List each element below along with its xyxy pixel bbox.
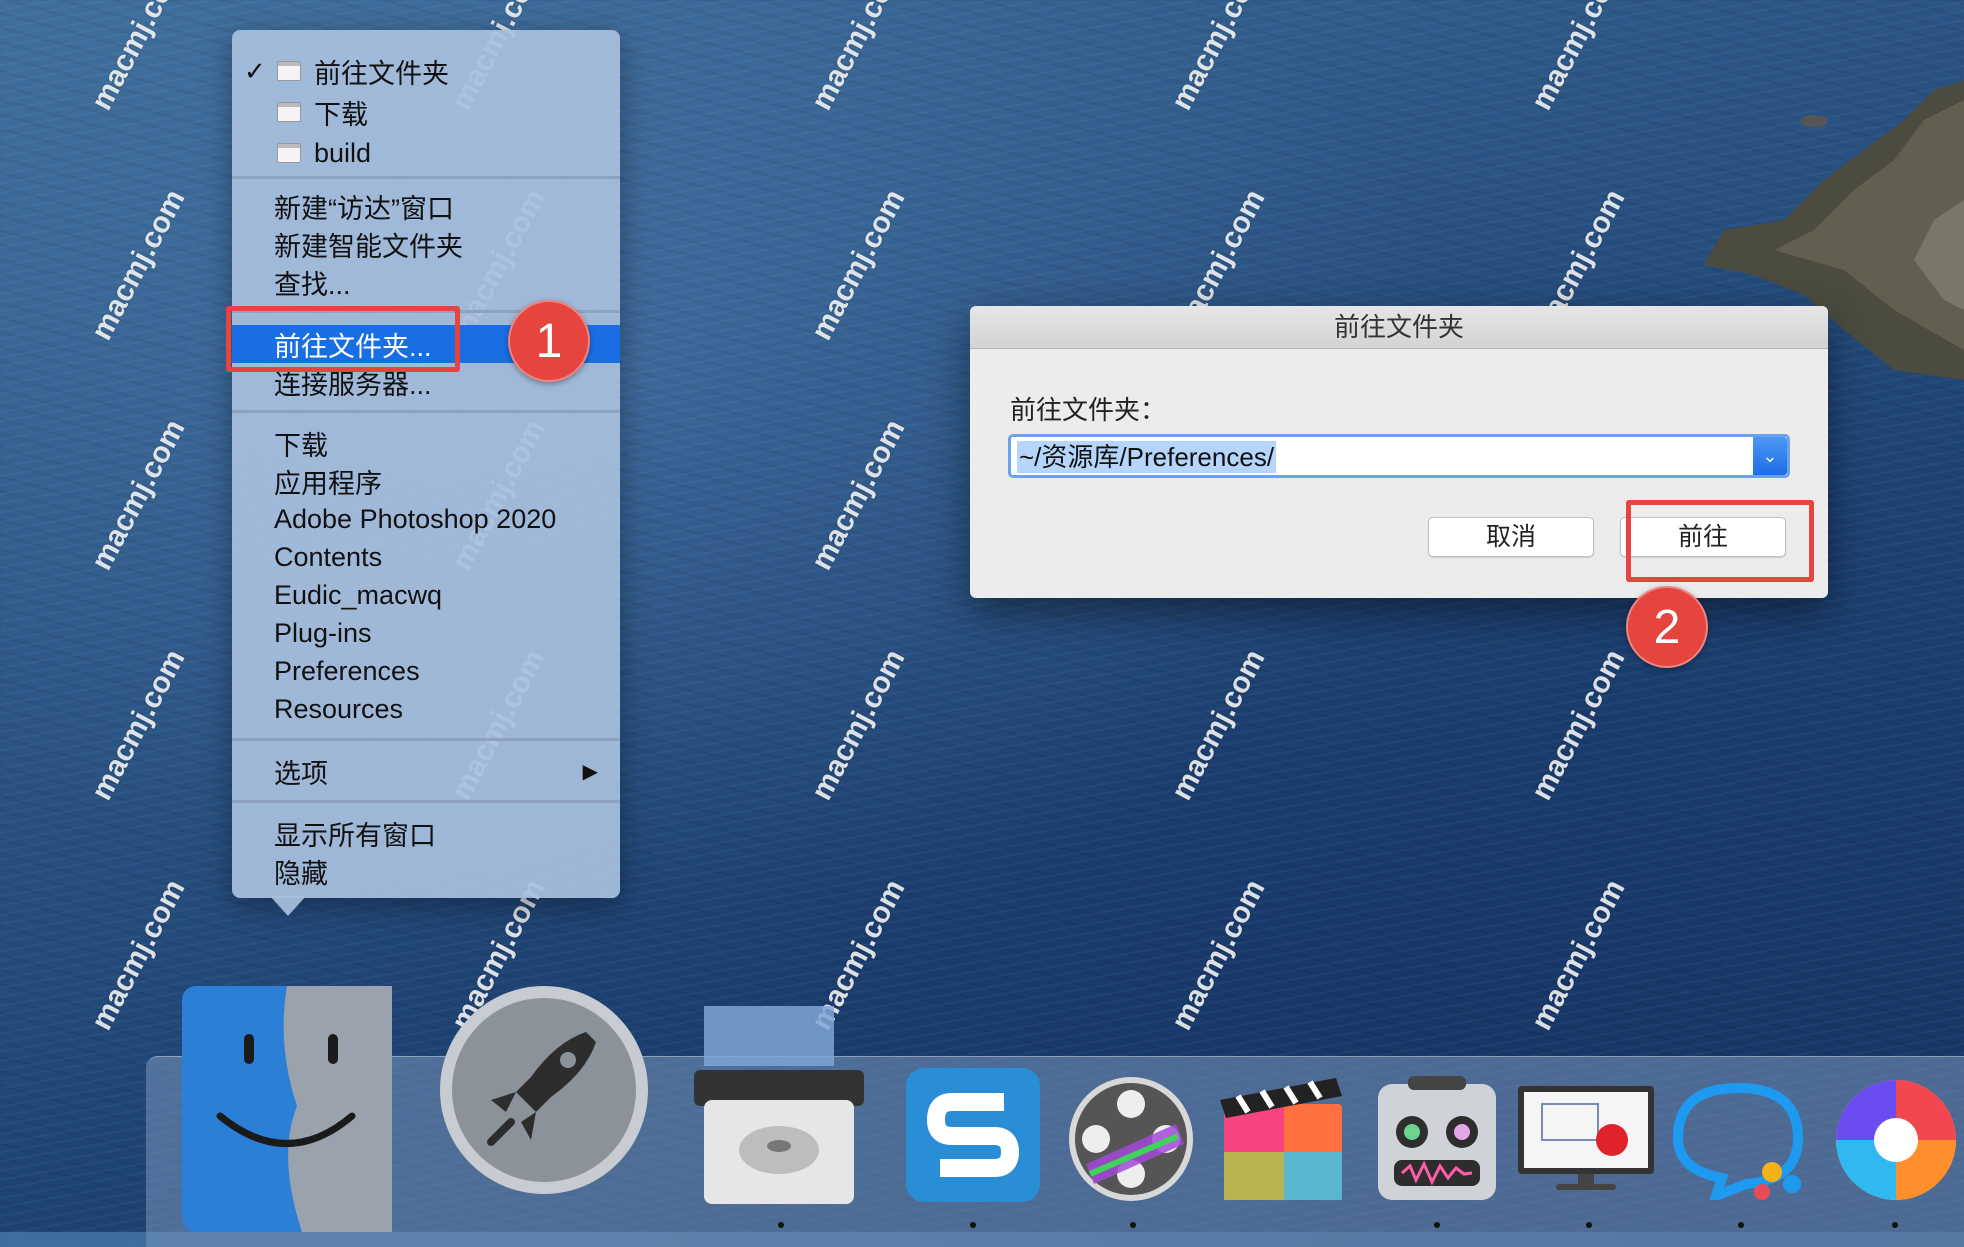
chevron-down-icon[interactable]: ⌄: [1753, 437, 1787, 475]
folder-icon: [277, 143, 301, 163]
running-indicator: [1738, 1222, 1744, 1228]
folder-path-combobox[interactable]: ~/资源库/Preferences/ ⌄: [1008, 434, 1790, 478]
menu-item-place-eudic[interactable]: Eudic_macwq: [232, 576, 620, 614]
menu-item-show-all-windows[interactable]: 显示所有窗口: [232, 814, 620, 852]
running-indicator: [1586, 1222, 1592, 1228]
menu-separator: [232, 176, 620, 179]
dialog-field-label: 前往文件夹：: [1010, 395, 1167, 425]
step-badge-1: 1: [508, 300, 590, 382]
running-indicator: [778, 1222, 784, 1228]
menu-item-new-smart-folder[interactable]: 新建智能文件夹: [232, 225, 620, 263]
menu-item-find[interactable]: 查找...: [232, 263, 620, 301]
menu-separator: [232, 410, 620, 413]
menu-separator: [232, 738, 620, 741]
launchpad-icon[interactable]: [436, 982, 652, 1198]
menu-item-place-preferences[interactable]: Preferences: [232, 652, 620, 690]
running-indicator: [1130, 1222, 1136, 1228]
menu-item-new-finder-window[interactable]: 新建“访达”窗口: [232, 187, 620, 225]
dialog-title: 前往文件夹: [970, 306, 1828, 349]
chat-app-icon[interactable]: [1668, 1080, 1808, 1200]
folder-icon: [277, 102, 301, 122]
folder-icon: [277, 61, 301, 81]
running-indicator: [1892, 1222, 1898, 1228]
screen-recorder-icon[interactable]: [1516, 1084, 1656, 1196]
annotation-highlight-box-1: [226, 306, 460, 372]
colorful-app-icon[interactable]: [1826, 1074, 1964, 1204]
voice-robot-icon[interactable]: [1374, 1074, 1500, 1204]
cancel-button[interactable]: 取消: [1428, 517, 1594, 557]
folder-path-input[interactable]: ~/资源库/Preferences/: [1017, 441, 1277, 473]
running-indicator: [1434, 1222, 1440, 1228]
final-cut-pro-icon[interactable]: [1218, 1074, 1348, 1204]
menu-item-place-photoshop[interactable]: Adobe Photoshop 2020: [232, 500, 620, 538]
finder-icon[interactable]: [182, 986, 392, 1232]
menu-item-hide[interactable]: 隐藏: [232, 852, 620, 890]
submenu-arrow-icon: ▶: [582, 760, 598, 783]
dock-context-menu: ✓ 前往文件夹 下载 build 新建“访达”窗口 新建智能文件夹 查找... …: [232, 30, 620, 898]
menu-item-place-plugins[interactable]: Plug-ins: [232, 614, 620, 652]
disk-utility-icon[interactable]: [690, 1000, 870, 1210]
menu-item-place-contents[interactable]: Contents: [232, 538, 620, 576]
menu-item-place-resources[interactable]: Resources: [232, 690, 620, 728]
running-indicator: [970, 1222, 976, 1228]
annotation-highlight-box-2: [1626, 500, 1814, 582]
menu-pointer: [270, 896, 306, 916]
snagit-icon[interactable]: [906, 1068, 1040, 1202]
motion-icon[interactable]: [1066, 1074, 1196, 1204]
menu-item-options[interactable]: 选项 ▶: [232, 752, 620, 790]
menu-item-recent-goto-folder[interactable]: ✓ 前往文件夹: [232, 52, 620, 90]
menu-item-place-downloads[interactable]: 下载: [232, 424, 620, 462]
menu-item-recent-build[interactable]: build: [232, 134, 620, 172]
step-badge-2: 2: [1626, 586, 1708, 668]
menu-item-place-applications[interactable]: 应用程序: [232, 462, 620, 500]
menu-item-recent-downloads[interactable]: 下载: [232, 93, 620, 131]
menu-separator: [232, 800, 620, 803]
checkmark-icon: ✓: [244, 55, 266, 86]
